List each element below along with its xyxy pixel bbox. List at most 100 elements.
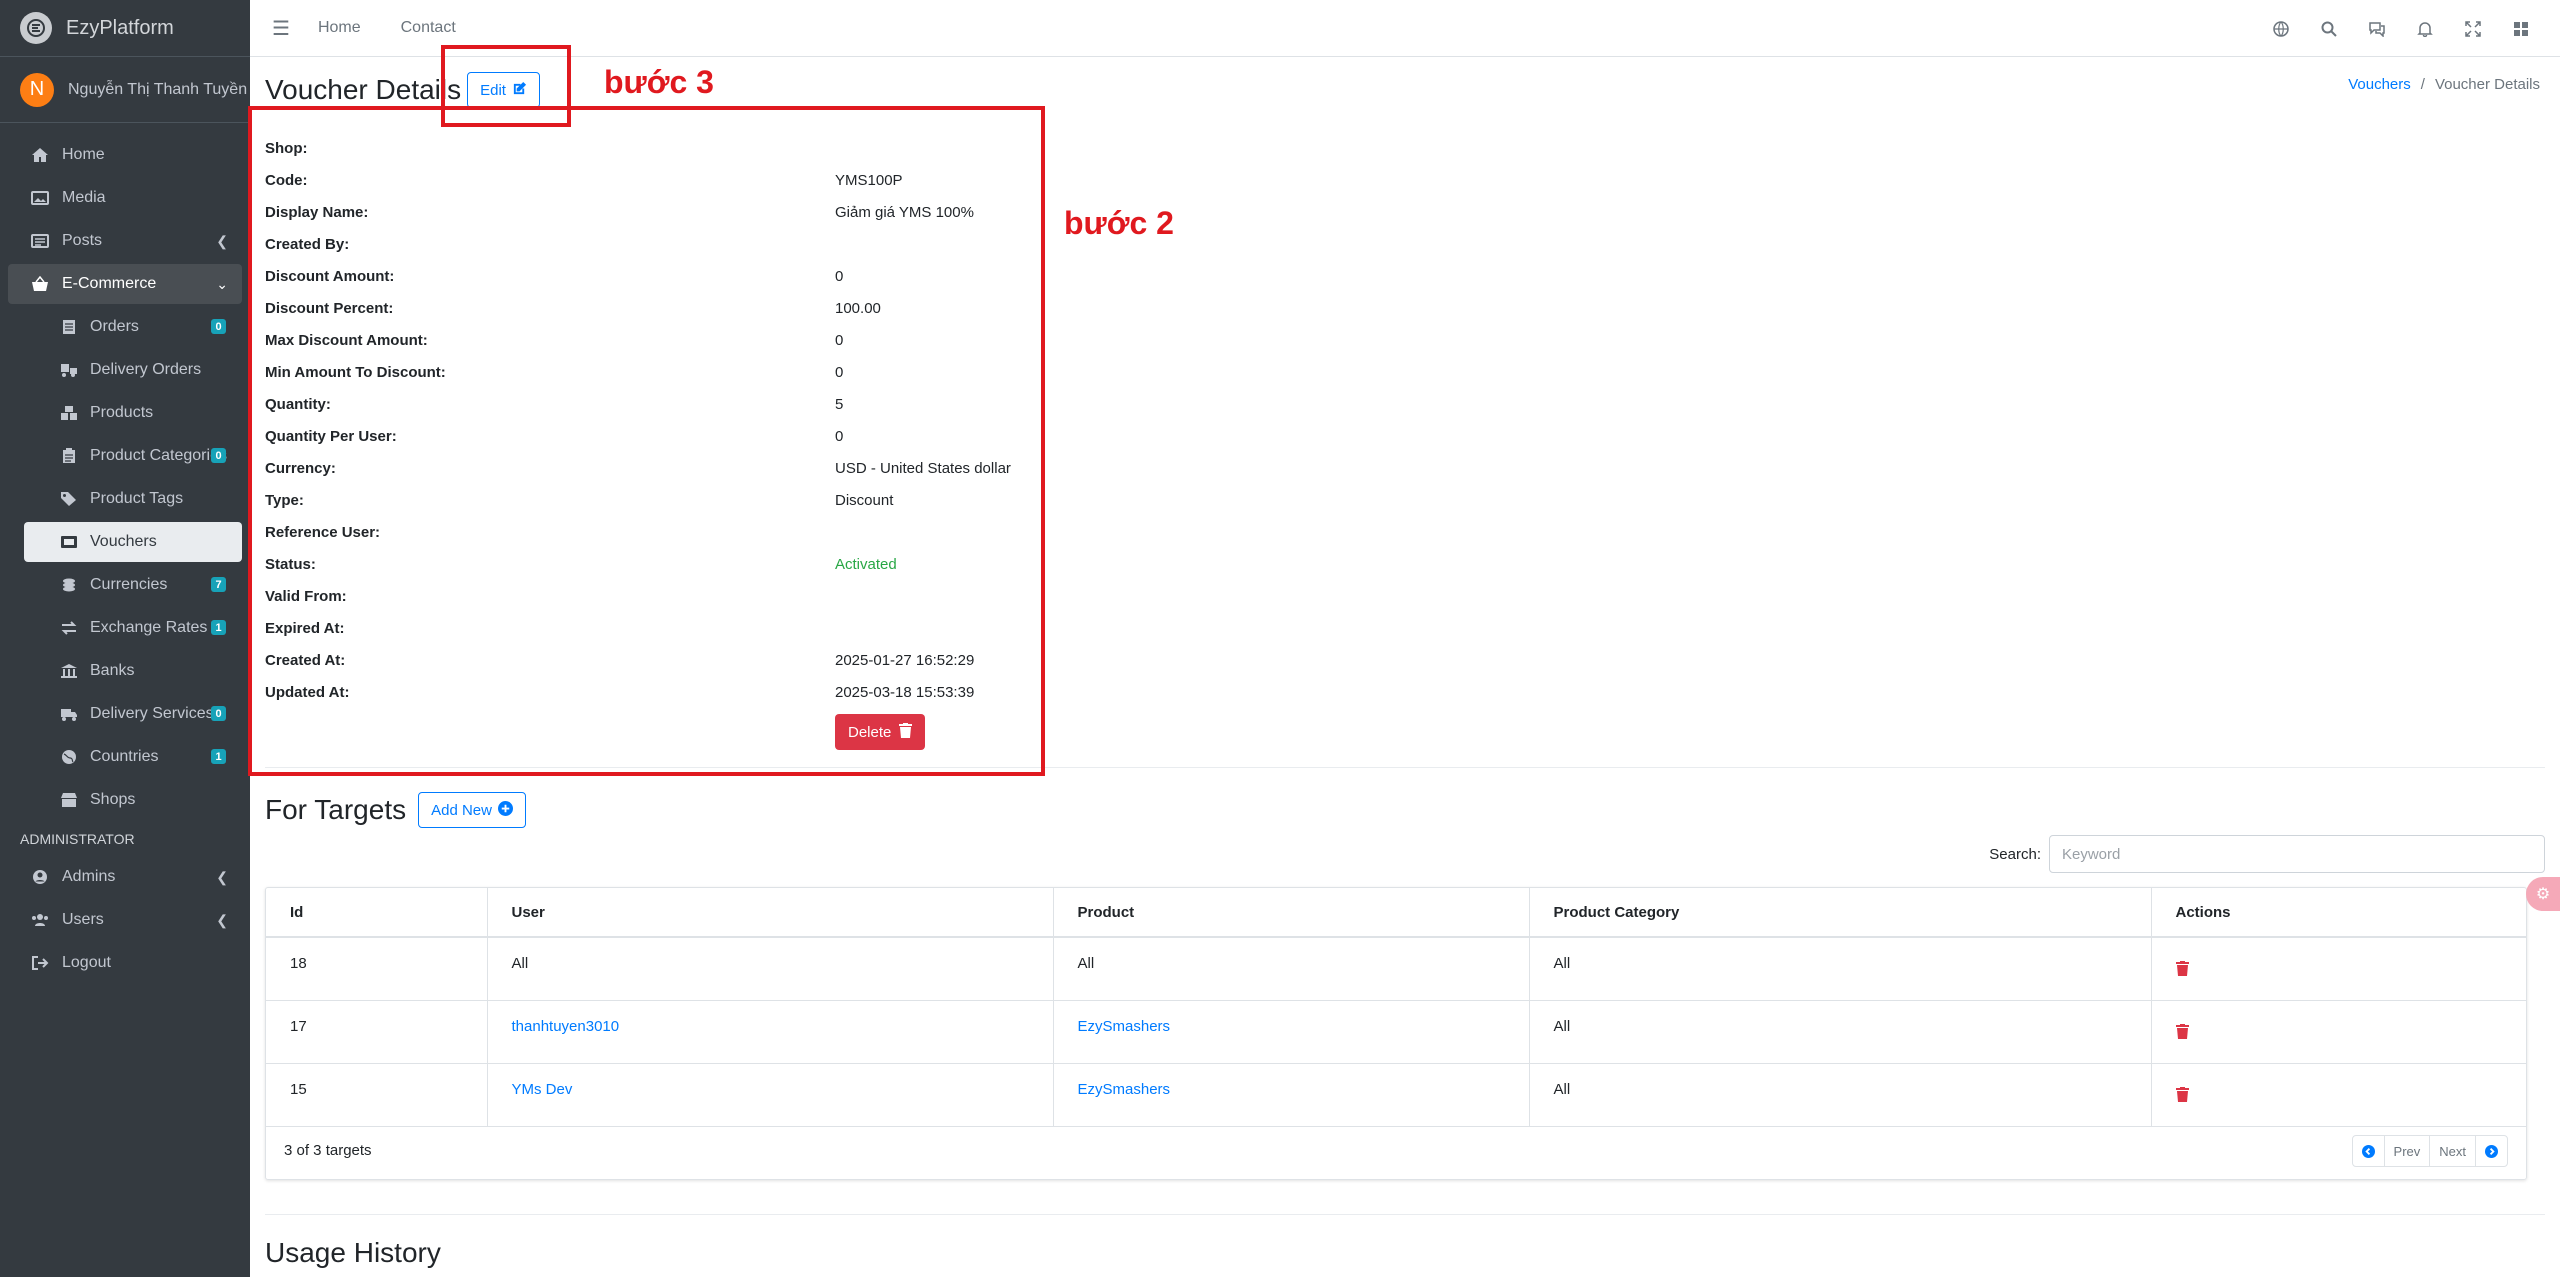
user-name: Nguyễn Thị Thanh Tuyền (68, 80, 248, 98)
sidebar-item-admins[interactable]: Admins ❮ (8, 857, 242, 897)
sidebar-item-orders[interactable]: Orders 0 (24, 307, 242, 347)
newspaper-icon (28, 234, 52, 248)
sidebar-item-users[interactable]: Users ❮ (8, 900, 242, 940)
globe-icon[interactable] (2272, 20, 2290, 38)
sidebar-item-delivery-orders[interactable]: Delivery Orders (24, 350, 242, 390)
cell-user: YMs Dev (487, 1063, 1054, 1127)
search-icon[interactable] (2320, 20, 2338, 38)
column-header-product-category[interactable]: Product Category (1529, 888, 2152, 938)
sidebar-item-banks[interactable]: Banks (24, 651, 242, 691)
nav-section-header: ADMINISTRATOR (20, 831, 135, 847)
trash-icon[interactable] (2175, 961, 2189, 976)
table-header-row: Id User Product Product Category Actions (266, 888, 2526, 938)
breadcrumb-vouchers-link[interactable]: Vouchers (2348, 76, 2411, 93)
chevron-left-icon: ❮ (216, 868, 228, 885)
column-header-product[interactable]: Product (1053, 888, 1530, 938)
sidebar-item-home[interactable]: Home (8, 135, 242, 175)
chevron-left-icon: ❮ (216, 911, 228, 928)
table-row: 15 YMs Dev EzySmashers All (266, 1063, 2526, 1127)
count-badge: 1 (211, 749, 226, 764)
pagination: Prev Next (2351, 1135, 2508, 1167)
count-badge: 0 (211, 448, 226, 463)
cell-product: All (1053, 937, 1530, 1001)
translate-icon[interactable]: ⚙ (2526, 877, 2560, 911)
basket-icon (28, 276, 52, 292)
sidebar-item-exchange-rates[interactable]: Exchange Rates 1 (24, 608, 242, 648)
sidebar-item-label: Delivery Orders (90, 361, 202, 378)
sidebar-item-shops[interactable]: Shops (24, 780, 242, 820)
topbar-home-link[interactable]: Home (318, 19, 361, 37)
sidebar-item-countries[interactable]: Countries 1 (24, 737, 242, 777)
section-divider (265, 1214, 2545, 1215)
column-header-actions: Actions (2151, 888, 2526, 938)
user-link[interactable]: thanhtuyen3010 (512, 1018, 620, 1035)
menu-icon[interactable]: ☰ (272, 16, 290, 41)
targets-table-card: Id User Product Product Category Actions… (265, 887, 2527, 1180)
prev-arrow-icon[interactable] (2353, 1136, 2385, 1166)
sidebar-item-delivery-services[interactable]: Delivery Services 0 (24, 694, 242, 734)
cell-category: All (1529, 937, 2152, 1001)
product-link[interactable]: EzySmashers (1078, 1081, 1171, 1098)
fullscreen-icon[interactable] (2464, 20, 2482, 38)
sidebar-item-label: Logout (62, 954, 111, 971)
annotation-step3-label: bước 3 (604, 64, 714, 100)
add-target-button[interactable]: Add New (418, 792, 526, 828)
sign-out-icon (28, 955, 52, 971)
cell-actions (2151, 1000, 2526, 1064)
sidebar-item-products[interactable]: Products (24, 393, 242, 433)
cell-id: 15 (266, 1063, 488, 1127)
sidebar-item-label: Delivery Services (90, 705, 214, 722)
store-icon (58, 792, 80, 808)
sidebar-item-product-tags[interactable]: Product Tags (24, 479, 242, 519)
cell-user: All (487, 937, 1054, 1001)
file-list-icon (58, 319, 80, 335)
sidebar-item-label: Admins (62, 868, 116, 885)
trash-icon[interactable] (2175, 1023, 2189, 1039)
targets-search: Search: (1989, 835, 2545, 873)
product-link[interactable]: EzySmashers (1078, 1018, 1171, 1035)
bank-icon (58, 663, 80, 679)
user-circle-icon (28, 869, 52, 885)
cell-product: EzySmashers (1053, 1000, 1530, 1064)
sidebar-item-product-categories[interactable]: Product Categories 0 (24, 436, 242, 476)
next-arrow-icon[interactable] (2476, 1136, 2507, 1166)
cell-category: All (1529, 1063, 2152, 1127)
table-summary: 3 of 3 targets (284, 1142, 372, 1159)
sidebar-item-label: Product Categories (90, 447, 227, 464)
bell-icon[interactable] (2416, 20, 2434, 38)
apps-grid-icon[interactable] (2512, 20, 2530, 38)
sidebar-item-posts[interactable]: Posts ❮ (8, 221, 242, 261)
cell-category: All (1529, 1000, 2152, 1064)
sidebar-item-label: Users (62, 911, 104, 928)
user-link[interactable]: YMs Dev (512, 1081, 573, 1098)
usage-history-title: Usage History (265, 1237, 441, 1268)
annotation-box-step2 (248, 106, 1045, 776)
image-icon (28, 191, 52, 205)
brand-logo-icon (20, 12, 52, 44)
prev-button[interactable]: Prev (2385, 1136, 2431, 1166)
count-badge: 0 (211, 706, 226, 721)
sidebar-item-logout[interactable]: Logout (8, 943, 242, 983)
search-input[interactable] (2049, 835, 2545, 873)
topbar-actions (2272, 0, 2530, 57)
users-icon (28, 913, 52, 927)
sidebar-item-currencies[interactable]: Currencies 7 (24, 565, 242, 605)
column-header-id[interactable]: Id (266, 888, 488, 938)
user-panel[interactable]: N Nguyễn Thị Thanh Tuyền (0, 57, 250, 123)
avatar: N (20, 72, 54, 107)
targets-table: Id User Product Product Category Actions… (266, 888, 2526, 1127)
sidebar-item-media[interactable]: Media (8, 178, 242, 218)
sidebar-item-ecommerce[interactable]: E-Commerce ⌄ (8, 264, 242, 304)
exchange-icon (58, 620, 80, 636)
brand[interactable]: EzyPlatform (0, 0, 250, 57)
next-button[interactable]: Next (2430, 1136, 2476, 1166)
count-badge: 1 (211, 620, 226, 635)
topbar-contact-link[interactable]: Contact (401, 19, 456, 37)
home-icon (28, 147, 52, 163)
sidebar-item-label: Vouchers (90, 533, 157, 550)
sidebar-item-label: Orders (90, 318, 139, 335)
column-header-user[interactable]: User (487, 888, 1054, 938)
trash-icon[interactable] (2175, 1086, 2189, 1102)
sidebar-item-vouchers[interactable]: Vouchers (24, 522, 242, 562)
comments-icon[interactable] (2368, 20, 2386, 38)
